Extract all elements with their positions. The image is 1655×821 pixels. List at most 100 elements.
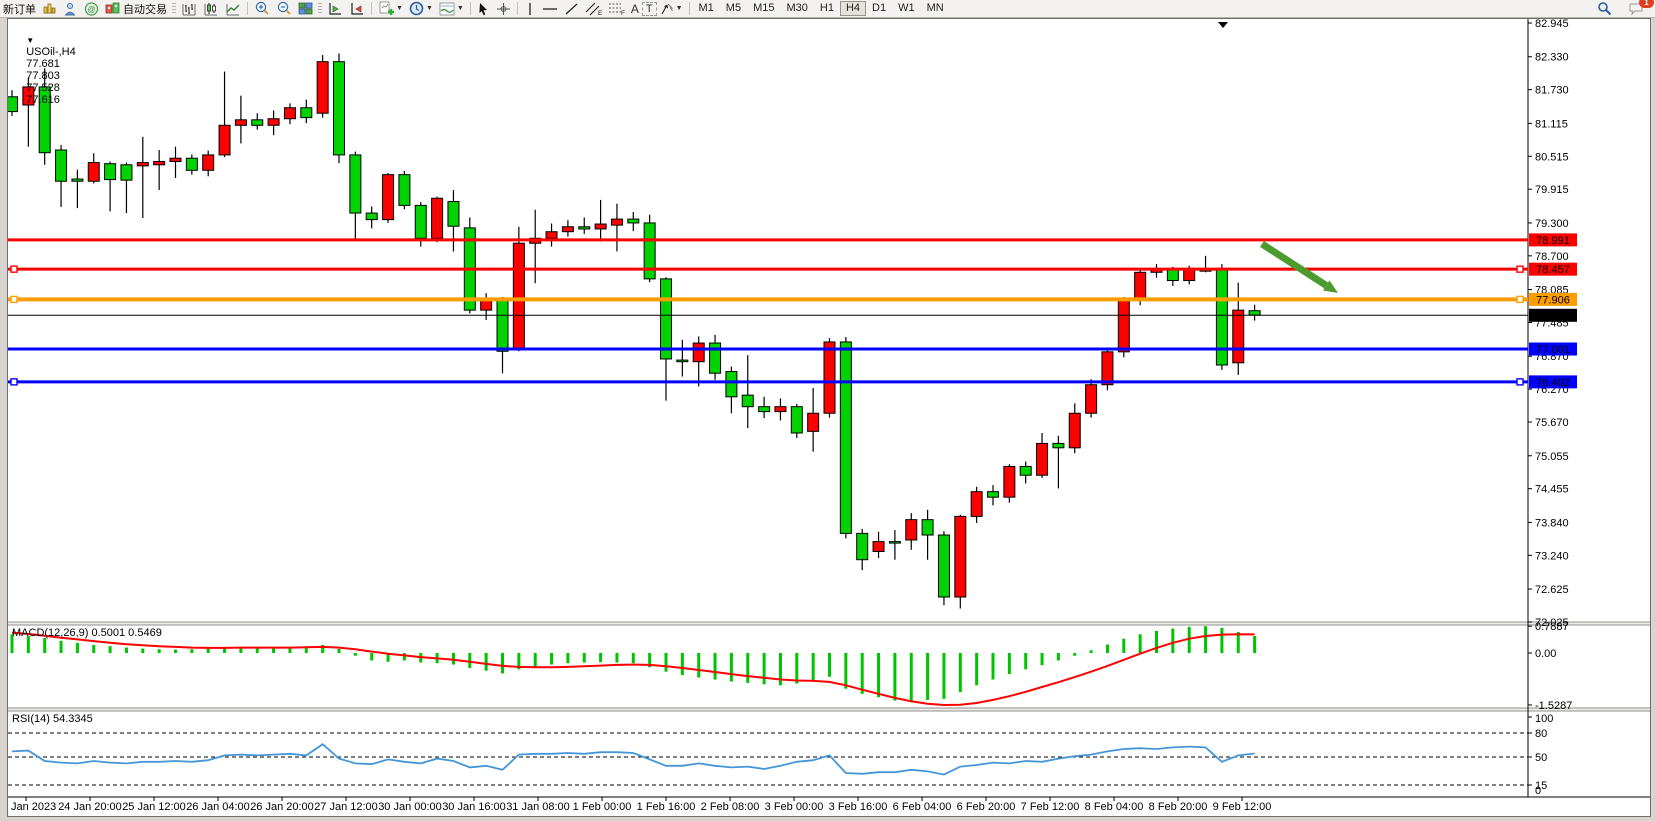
horizontal-line-object[interactable]: 78.457 [8, 263, 1577, 277]
line-handle[interactable] [1517, 296, 1523, 302]
zoom-out-button[interactable] [273, 1, 295, 17]
candle [448, 202, 459, 227]
crosshair-button[interactable] [493, 1, 514, 17]
bar-chart-button[interactable] [178, 1, 200, 17]
timeframe-m15-button[interactable]: M15 [747, 1, 780, 16]
rsi-tick-label: 0 [1535, 785, 1541, 797]
cursor-button[interactable] [474, 1, 493, 17]
timeframe-m5-button[interactable]: M5 [720, 1, 747, 16]
zoom-in-button[interactable] [251, 1, 273, 17]
rsi-tick-label: 50 [1535, 752, 1547, 764]
time-tick-label: 31 Jan 08:00 [506, 801, 570, 813]
candle [611, 219, 622, 225]
line-handle[interactable] [1517, 266, 1523, 272]
notifications-icon[interactable]: 1 [1625, 1, 1647, 17]
candle [432, 198, 443, 238]
timeframe-d1-button[interactable]: D1 [866, 1, 892, 16]
chart-shift-marker[interactable] [1218, 22, 1228, 28]
chart-ohlc-readout[interactable]: ▼ USOil-,H4 77.681 77.803 77.528 77.616 [14, 22, 76, 118]
time-tick-label: 25 Jan 12:00 [122, 801, 186, 813]
signals-icon[interactable]: @ [81, 1, 102, 17]
timeframe-h1-button[interactable]: H1 [814, 1, 840, 16]
timeframe-m1-button[interactable]: M1 [693, 1, 720, 16]
rsi-pane: 1008050150 [8, 713, 1553, 797]
trendline-button[interactable] [561, 1, 582, 17]
candle [88, 163, 99, 182]
horizontal-line-object[interactable]: 78.991 [8, 233, 1577, 247]
line-chart-button[interactable] [222, 1, 244, 17]
tile-windows-button[interactable] [295, 1, 316, 17]
candle [889, 542, 900, 544]
line-price-label: 76.402 [1536, 377, 1570, 389]
candle [350, 155, 361, 213]
candle [742, 395, 753, 407]
candle [219, 125, 230, 155]
market-watch-icon[interactable] [60, 1, 81, 17]
text-button[interactable]: A [628, 1, 642, 17]
line-price-label: 77.001 [1536, 344, 1570, 356]
candle [791, 407, 802, 433]
auto-trading-label: 自动交易 [123, 1, 167, 17]
candle [56, 150, 67, 181]
candle [955, 516, 966, 597]
vertical-line-button[interactable] [521, 1, 539, 17]
candle [1037, 443, 1048, 475]
candle [1118, 300, 1129, 352]
fibonacci-button[interactable]: F [605, 1, 628, 17]
price-chart[interactable]: 82.94582.33081.73081.11580.51579.91579.3… [8, 19, 1650, 816]
time-tick-label: 1 Feb 00:00 [573, 801, 632, 813]
channel-letter: E [598, 10, 602, 16]
price-tick-label: 81.115 [1535, 118, 1568, 130]
candle [513, 243, 524, 349]
candle [661, 279, 672, 359]
timeframe-w1-button[interactable]: W1 [892, 1, 921, 16]
search-icon[interactable] [1594, 1, 1615, 17]
candle [284, 108, 295, 119]
notification-badge: 1 [1639, 0, 1654, 8]
line-handle[interactable] [11, 296, 17, 302]
indicators-button[interactable]: ▼ [375, 1, 406, 17]
candle [366, 213, 377, 220]
candle [775, 407, 786, 412]
horizontal-line-object[interactable]: 76.402 [8, 375, 1577, 389]
chart-window: 82.94582.33081.73081.11580.51579.91579.3… [7, 18, 1651, 817]
line-handle[interactable] [11, 379, 17, 385]
time-tick-label: 7 Feb 12:00 [1021, 801, 1080, 813]
horizontal-line-object[interactable]: 77.001 [8, 343, 1577, 357]
timeframe-h4-button[interactable]: H4 [840, 1, 866, 16]
auto-scroll-button[interactable] [324, 1, 346, 17]
chart-expander-icon[interactable]: ▼ [26, 36, 34, 45]
new-order-button[interactable]: 新订单 [0, 1, 39, 17]
ohlc-open: 77.681 [26, 58, 60, 70]
shapes-button[interactable]: ▼ [657, 1, 686, 17]
candle [628, 219, 639, 223]
toolbar-grip [318, 3, 322, 15]
horizontal-line-button[interactable] [539, 1, 561, 17]
price-tick-label: 75.670 [1535, 417, 1569, 429]
candle [1102, 352, 1113, 385]
horizontal-line-object[interactable]: 77.906 [8, 293, 1577, 307]
auto-trading-button[interactable]: 自动交易 [102, 1, 170, 17]
line-handle[interactable] [1517, 379, 1523, 385]
candle [988, 492, 999, 497]
time-tick-label: 26 Jan 20:00 [250, 801, 314, 813]
candlestick-chart-button[interactable] [200, 1, 222, 17]
templates-button[interactable]: ▼ [436, 1, 467, 17]
chart-shift-button[interactable] [346, 1, 368, 17]
line-handle[interactable] [11, 266, 17, 272]
price-tick-label: 78.700 [1535, 251, 1569, 263]
candle [383, 175, 394, 220]
fibo-letter: F [621, 10, 625, 16]
svg-text:@: @ [87, 5, 95, 14]
candle [1167, 269, 1178, 281]
text-label-button[interactable]: T [642, 2, 657, 16]
price-tick-label: 80.515 [1535, 151, 1569, 163]
macd-tick-label: -1.5287 [1535, 700, 1572, 712]
candle [562, 227, 573, 232]
gold-chart-icon[interactable] [39, 1, 60, 17]
price-tick-label: 74.455 [1535, 484, 1569, 496]
timeframe-mn-button[interactable]: MN [921, 1, 950, 16]
periods-button[interactable]: ▼ [406, 1, 436, 17]
equidistant-channel-button[interactable]: E [582, 1, 605, 17]
timeframe-m30-button[interactable]: M30 [780, 1, 813, 16]
